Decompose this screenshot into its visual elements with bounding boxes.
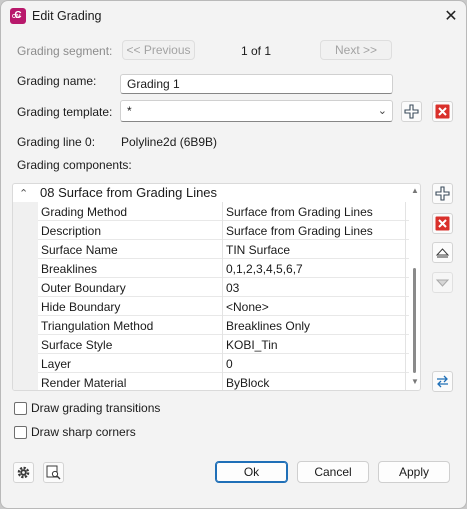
delete-x-icon: [435, 104, 450, 119]
delete-x-icon: [435, 216, 450, 231]
property-grid: ⌃ 08 Surface from Grading Lines Grading …: [12, 183, 421, 391]
category-row[interactable]: ⌃ 08 Surface from Grading Lines: [13, 184, 409, 202]
property-value[interactable]: Surface from Grading Lines: [222, 202, 405, 221]
add-template-button[interactable]: [401, 101, 422, 122]
property-value[interactable]: Breaklines Only: [222, 316, 405, 335]
property-name: Description: [41, 224, 102, 238]
collapse-chevron-icon[interactable]: ⌃: [19, 184, 31, 202]
segment-counter: 1 of 1: [241, 44, 272, 58]
swap-arrows-icon: [437, 375, 448, 388]
title-bar: C CIV Edit Grading ✕: [1, 1, 466, 33]
property-name: Hide Boundary: [41, 300, 121, 314]
chevron-down-icon: ⌄: [377, 105, 387, 117]
draw-sharp-corners-label[interactable]: Draw sharp corners: [31, 425, 136, 439]
property-row[interactable]: Layer 0: [13, 354, 409, 373]
edit-grading-dialog: C CIV Edit Grading ✕ Grading segment: << …: [0, 0, 467, 509]
property-row[interactable]: Surface Style KOBI_Tin: [13, 335, 409, 354]
property-scrollbar[interactable]: ▲ ▼: [409, 184, 420, 390]
property-value[interactable]: TIN Surface: [222, 240, 405, 259]
property-value[interactable]: ByBlock: [222, 373, 405, 390]
row-gutter: [13, 221, 38, 240]
grading-segment-label: Grading segment:: [17, 44, 113, 58]
property-name: Breaklines: [41, 262, 98, 276]
property-rows: Grading Method Surface from Grading Lines…: [13, 202, 409, 390]
apply-button[interactable]: Apply: [378, 461, 450, 483]
property-row[interactable]: Surface Name TIN Surface: [13, 240, 409, 259]
move-down-icon: [435, 279, 450, 287]
row-gutter: [13, 297, 38, 316]
move-up-icon: [435, 248, 450, 258]
delete-component-button[interactable]: [432, 213, 453, 234]
draw-sharp-corners-checkbox[interactable]: [14, 426, 27, 439]
scroll-thumb[interactable]: [413, 268, 416, 373]
plus-icon: [404, 104, 419, 119]
row-gutter: [13, 259, 38, 278]
property-value[interactable]: 0: [222, 354, 405, 373]
grading-components-label: Grading components:: [17, 158, 132, 172]
settings-button[interactable]: [13, 462, 34, 483]
row-gutter: [13, 278, 38, 297]
draw-transitions-checkbox[interactable]: [14, 402, 27, 415]
property-name: Grading Method: [41, 205, 128, 219]
property-value[interactable]: 03: [222, 278, 405, 297]
row-gutter: [13, 316, 38, 335]
grading-line-value: Polyline2d (6B9B): [121, 135, 218, 149]
delete-template-button[interactable]: [432, 101, 453, 122]
property-row[interactable]: Outer Boundary 03: [13, 278, 409, 297]
property-row[interactable]: Render Material ByBlock: [13, 373, 409, 390]
row-gutter: [13, 335, 38, 354]
grading-template-select[interactable]: * ⌄: [120, 100, 393, 122]
property-row[interactable]: Breaklines 0,1,2,3,4,5,6,7: [13, 259, 409, 278]
gear-icon: [17, 466, 30, 479]
draw-transitions-label[interactable]: Draw grading transitions: [31, 401, 160, 415]
previous-button[interactable]: << Previous: [122, 40, 195, 60]
property-name: Surface Style: [41, 338, 113, 352]
property-row[interactable]: Description Surface from Grading Lines: [13, 221, 409, 240]
grading-template-label: Grading template:: [17, 105, 113, 119]
zoom-window-icon: [46, 465, 61, 480]
property-value[interactable]: Surface from Grading Lines: [222, 221, 405, 240]
close-icon[interactable]: ✕: [441, 7, 461, 27]
property-row[interactable]: Grading Method Surface from Grading Lines: [13, 202, 409, 221]
property-name: Surface Name: [41, 243, 118, 257]
property-value[interactable]: 0,1,2,3,4,5,6,7: [222, 259, 405, 278]
property-name: Triangulation Method: [41, 319, 154, 333]
property-name: Layer: [41, 357, 72, 371]
ok-button[interactable]: Ok: [215, 461, 288, 483]
category-title: 08 Surface from Grading Lines: [40, 185, 218, 200]
scroll-up-icon[interactable]: ▲: [409, 186, 420, 196]
next-button[interactable]: Next >>: [320, 40, 392, 60]
zoom-extents-button[interactable]: [43, 462, 64, 483]
scroll-down-icon[interactable]: ▼: [409, 377, 420, 387]
row-gutter: [13, 354, 38, 373]
property-row[interactable]: Hide Boundary <None>: [13, 297, 409, 316]
window-title: Edit Grading: [32, 9, 102, 23]
row-gutter: [13, 373, 38, 390]
grading-template-value: *: [127, 104, 132, 118]
property-value[interactable]: KOBI_Tin: [222, 335, 405, 354]
row-gutter: [13, 202, 38, 221]
cancel-button[interactable]: Cancel: [297, 461, 369, 483]
property-name: Render Material: [41, 376, 127, 390]
row-gutter: [13, 240, 38, 259]
app-icon: C CIV: [10, 8, 26, 24]
property-name: Outer Boundary: [41, 281, 126, 295]
swap-direction-button[interactable]: [432, 371, 453, 392]
plus-icon: [435, 186, 450, 201]
move-down-button[interactable]: [432, 272, 453, 293]
grading-name-label: Grading name:: [17, 74, 97, 88]
grading-name-field[interactable]: Grading 1: [120, 74, 393, 94]
add-component-button[interactable]: [432, 183, 453, 204]
move-up-button[interactable]: [432, 242, 453, 263]
property-value[interactable]: <None>: [222, 297, 405, 316]
grading-line-label: Grading line 0:: [17, 135, 96, 149]
property-row[interactable]: Triangulation Method Breaklines Only: [13, 316, 409, 335]
